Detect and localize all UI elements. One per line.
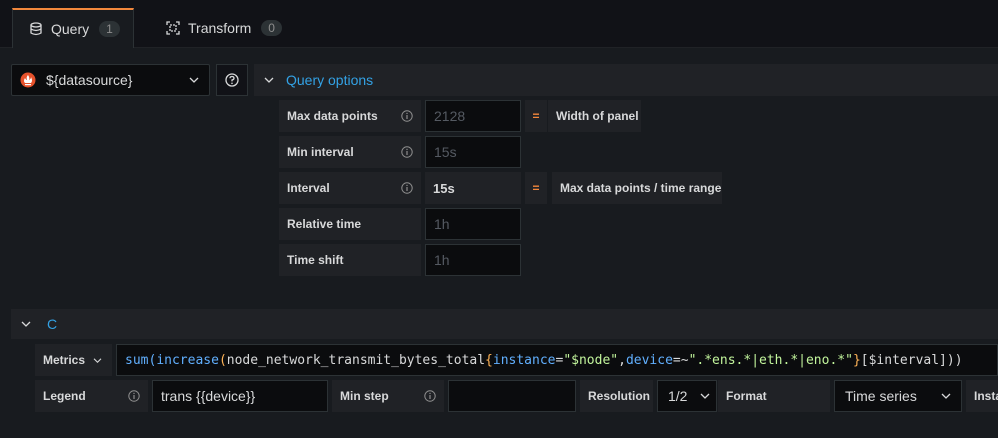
question-circle-icon <box>225 73 239 87</box>
expr-token: )) <box>946 352 963 368</box>
query-options-title: Query options <box>286 72 374 88</box>
transform-icon <box>166 21 180 35</box>
expr-token: [$interval] <box>860 352 947 368</box>
tab-transform[interactable]: Transform 0 <box>150 8 300 48</box>
expr-token: = <box>555 352 564 368</box>
query-options-toggle[interactable]: Query options <box>254 64 998 96</box>
tab-transform-label: Transform <box>188 20 252 36</box>
info-circle-icon[interactable] <box>401 110 413 122</box>
min-step-label: Min step <box>332 380 444 412</box>
help-button[interactable] <box>216 64 248 96</box>
max-data-points-label: Max data points <box>279 100 421 132</box>
info-circle-icon[interactable] <box>401 146 413 158</box>
min-step-input[interactable] <box>448 380 576 412</box>
format-label: Format <box>718 380 830 412</box>
info-circle-icon[interactable] <box>128 390 140 402</box>
expr-token: increase <box>156 352 219 368</box>
query-expression-editor[interactable]: sum(increase(node_network_transmit_bytes… <box>116 344 998 376</box>
equals-sign: = <box>525 172 547 204</box>
expr-token: =~ <box>672 352 689 368</box>
relative-time-placeholder: 1h <box>434 216 450 232</box>
info-circle-icon[interactable] <box>424 390 436 402</box>
expr-token: node_network_transmit_bytes_total <box>226 352 486 368</box>
tab-query-label: Query <box>51 21 90 37</box>
expr-token: ".*ens.*|eth.*|eno.*" <box>688 352 853 368</box>
datasource-value: ${datasource} <box>46 72 133 88</box>
max-data-points-input[interactable]: 2128 <box>425 100 521 132</box>
legend-value: trans {{device}} <box>161 388 256 404</box>
time-shift-label: Time shift <box>279 244 421 276</box>
max-data-points-placeholder: 2128 <box>434 108 466 124</box>
expr-token: instance <box>492 352 556 368</box>
chevron-down-icon <box>264 77 274 83</box>
min-step-label-text: Min step <box>340 389 389 403</box>
chevron-down-icon <box>941 393 951 399</box>
interval-note: Max data points / time range <box>552 172 722 204</box>
info-circle-icon[interactable] <box>401 182 413 194</box>
equals-sign: = <box>525 100 547 132</box>
expr-token: ( <box>148 352 157 368</box>
expr-token: "$node" <box>563 352 619 368</box>
expr-token: device <box>625 352 673 368</box>
legend-label: Legend <box>35 380 148 412</box>
chevron-down-icon <box>93 357 102 363</box>
resolution-value: 1/2 <box>668 388 688 404</box>
chevron-down-icon <box>700 393 710 399</box>
max-data-points-label-text: Max data points <box>287 109 378 123</box>
relative-time-input[interactable]: 1h <box>425 208 521 240</box>
datasource-select[interactable]: ${datasource} <box>11 64 210 96</box>
query-row-name: C <box>47 316 58 332</box>
metrics-button[interactable]: Metrics <box>35 344 112 376</box>
expr-token: } <box>852 352 861 368</box>
format-value: Time series <box>845 388 917 404</box>
legend-input[interactable]: trans {{device}} <box>152 380 328 412</box>
time-shift-placeholder: 1h <box>434 252 450 268</box>
database-icon <box>30 22 42 36</box>
prometheus-icon <box>20 72 36 88</box>
relative-time-label: Relative time <box>279 208 421 240</box>
interval-value: 15s <box>425 172 521 204</box>
chevron-down-icon <box>21 321 31 327</box>
expr-token: , <box>618 352 626 368</box>
tab-query-count: 1 <box>99 21 120 37</box>
resolution-select[interactable]: 1/2 <box>657 380 717 412</box>
tab-transform-count: 0 <box>261 20 282 36</box>
min-interval-label: Min interval <box>279 136 421 168</box>
interval-label: Interval <box>279 172 421 204</box>
expr-token: { <box>485 352 493 368</box>
min-interval-placeholder: 15s <box>434 144 457 160</box>
max-data-points-note: Width of panel <box>548 100 641 132</box>
expr-token: sum <box>125 352 149 368</box>
tab-query[interactable]: Query 1 <box>12 8 134 48</box>
expr-token: ( <box>218 352 227 368</box>
min-interval-label-text: Min interval <box>287 145 354 159</box>
format-select[interactable]: Time series <box>834 380 962 412</box>
interval-label-text: Interval <box>287 181 330 195</box>
metrics-label: Metrics <box>43 353 86 367</box>
instant-label: Instan <box>966 380 998 412</box>
query-row-header[interactable]: C <box>11 309 998 339</box>
resolution-label: Resolution <box>580 380 653 412</box>
time-shift-input[interactable]: 1h <box>425 244 521 276</box>
legend-label-text: Legend <box>43 389 86 403</box>
min-interval-input[interactable]: 15s <box>425 136 521 168</box>
chevron-down-icon <box>189 77 199 83</box>
